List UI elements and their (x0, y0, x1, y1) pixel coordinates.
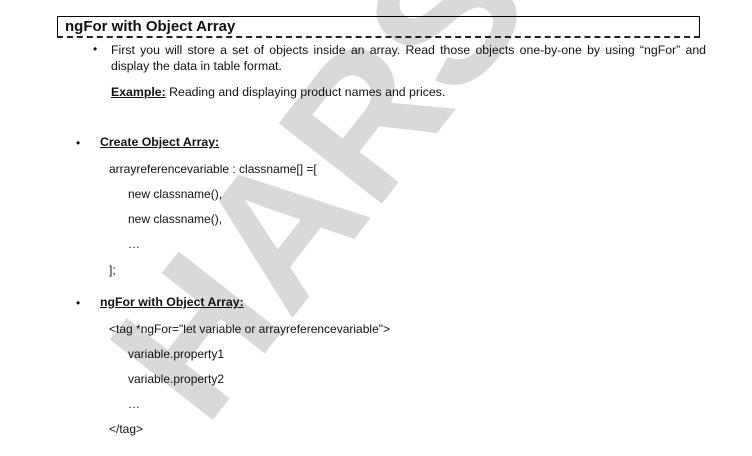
section-1-heading: Create Object Array: (100, 135, 220, 149)
code-line: <tag *ngFor="let variable or arrayrefere… (109, 322, 391, 336)
example-label: Example: (111, 85, 166, 99)
bullet-section-1: • (76, 136, 81, 150)
bullet-section-2: • (76, 296, 81, 310)
document-page: HARSHA ngFor with Object Array • First y… (0, 0, 752, 456)
example-line: Example: Reading and displaying product … (111, 84, 445, 100)
code-line: … (128, 397, 140, 411)
code-line: variable.property1 (128, 347, 225, 361)
intro-line-2: display the data in table format. (111, 59, 282, 73)
code-line: </tag> (109, 422, 144, 436)
code-line: ]; (109, 263, 116, 277)
bullet-intro: • (93, 42, 98, 56)
code-line: new classname(), (128, 212, 223, 226)
code-line: new classname(), (128, 187, 223, 201)
code-line: arrayreferencevariable : classname[] =[ (109, 162, 317, 176)
example-text: Reading and displaying product names and… (165, 85, 446, 99)
code-line: variable.property2 (128, 372, 225, 386)
intro-paragraph: First you will store a set of objects in… (111, 42, 706, 74)
section-title-text: ngFor with Object Array (65, 18, 236, 35)
intro-line-1: First you will store a set of objects in… (111, 43, 706, 57)
section-title: ngFor with Object Array (57, 16, 700, 38)
code-line: … (128, 237, 140, 251)
section-2-heading: ngFor with Object Array: (100, 295, 244, 309)
